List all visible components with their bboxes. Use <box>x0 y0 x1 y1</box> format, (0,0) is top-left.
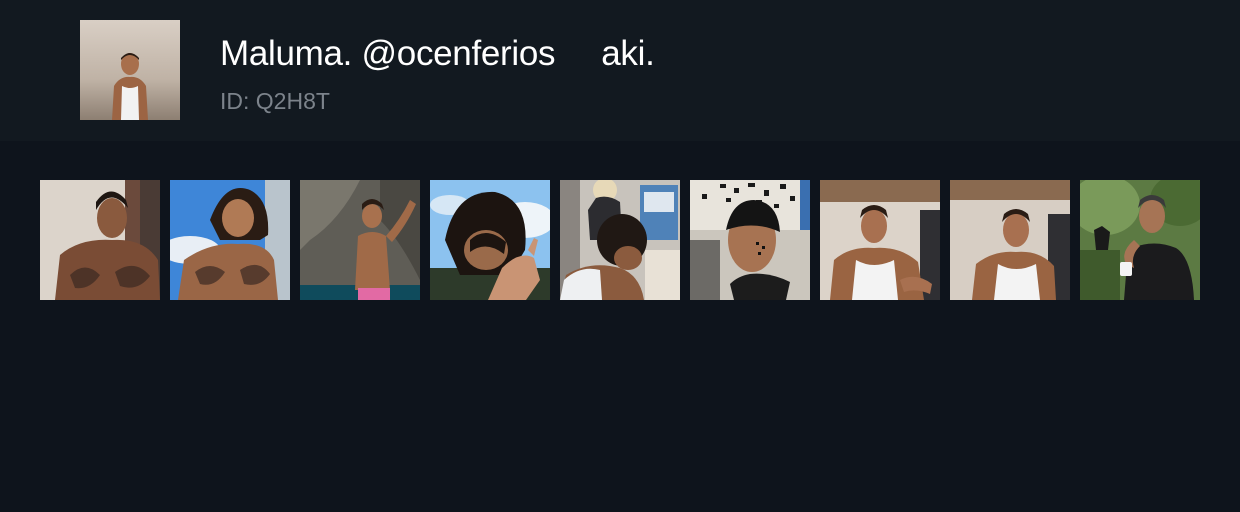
thumbnail-4-image <box>430 180 550 300</box>
video-thumbnail-4[interactable] <box>430 180 550 300</box>
video-thumbnail-2[interactable] <box>170 180 290 300</box>
profile-name: Maluma. <box>220 34 353 73</box>
thumbnail-3-image <box>300 180 420 300</box>
thumbnail-1-image <box>40 180 160 300</box>
thumbnail-2-image <box>170 180 290 300</box>
video-thumbnail-1[interactable] <box>40 180 160 300</box>
video-thumbnail-5[interactable] <box>560 180 680 300</box>
profile-suffix: aki. <box>601 34 655 73</box>
video-thumbnail-strip <box>40 180 1200 300</box>
profile-header: Maluma. @ocenferios aki. ID: Q2H8T <box>0 0 1240 141</box>
video-thumbnail-9[interactable] <box>1080 180 1200 300</box>
profile-title: Maluma. @ocenferios aki. <box>220 32 655 76</box>
video-thumbnail-7[interactable] <box>820 180 940 300</box>
profile-handle[interactable]: @ocenferios <box>362 34 556 74</box>
thumbnail-8-image <box>950 180 1070 300</box>
profile-id: ID: Q2H8T <box>220 88 330 114</box>
video-thumbnail-6[interactable] <box>690 180 810 300</box>
thumbnail-6-image <box>690 180 810 300</box>
video-thumbnail-3[interactable] <box>300 180 420 300</box>
thumbnail-7-image <box>820 180 940 300</box>
avatar[interactable] <box>80 20 180 120</box>
thumbnail-9-image <box>1080 180 1200 300</box>
video-thumbnail-8[interactable] <box>950 180 1070 300</box>
thumbnail-5-image <box>560 180 680 300</box>
profile-photo-icon <box>112 53 148 120</box>
